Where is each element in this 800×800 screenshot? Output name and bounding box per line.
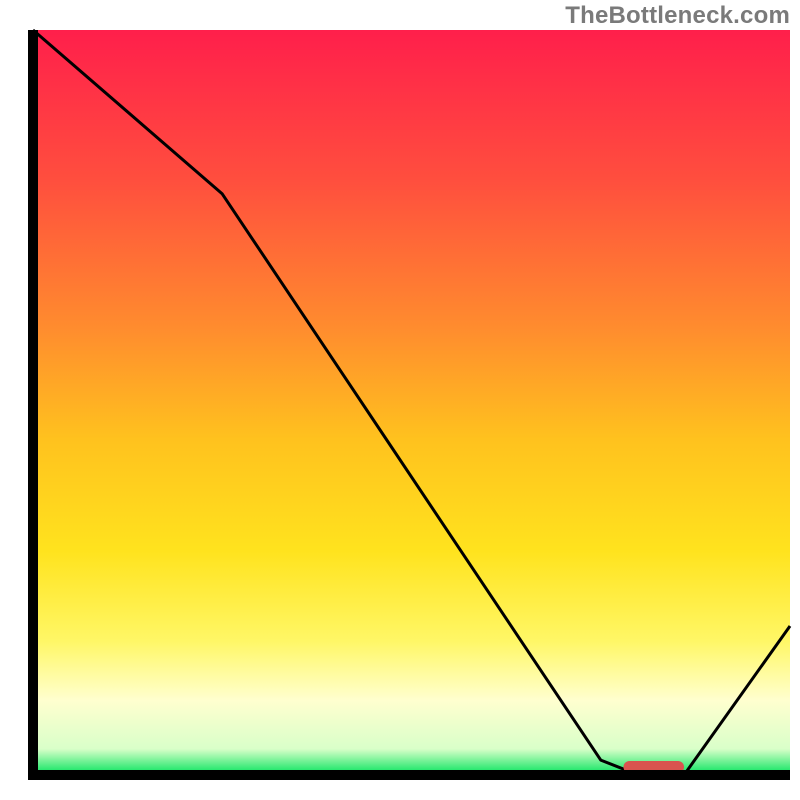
gradient-background [33,30,790,775]
bottleneck-chart [0,0,800,800]
